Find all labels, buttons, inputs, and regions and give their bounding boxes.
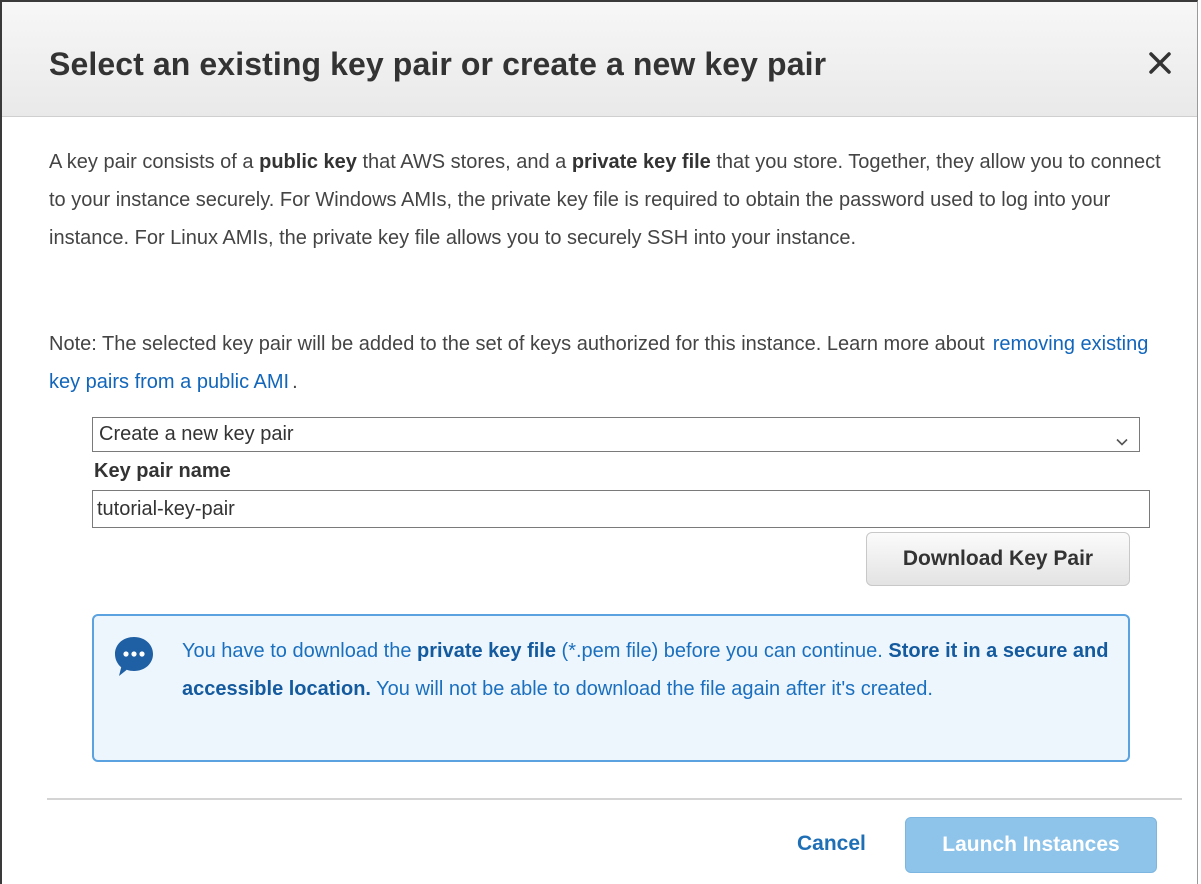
info-text-3: You will not be able to download the fil… [370,678,933,700]
chat-bubble-icon [112,634,156,680]
footer-divider [47,798,1182,800]
info-bold-private-key-file: private key file [417,640,556,662]
key-pair-description: A key pair consists of a public key that… [49,143,1169,257]
cancel-button[interactable]: Cancel [797,832,866,856]
description-text-2: that AWS stores, and a [356,151,572,173]
info-text-1: You have to download the [182,640,418,662]
download-key-pair-button[interactable]: Download Key Pair [866,532,1130,586]
key-pair-name-label: Key pair name [94,460,231,482]
info-alert: You have to download the private key fil… [92,614,1130,762]
dialog-header: Select an existing key pair or create a … [2,2,1197,117]
description-text-1: A key pair consists of a [49,151,260,173]
key-pair-name-input[interactable] [92,490,1150,528]
note-text: Note: The selected key pair will be adde… [49,333,985,355]
chevron-down-icon [1115,427,1129,446]
dialog-title: Select an existing key pair or create a … [49,46,827,82]
info-alert-text: You have to download the private key fil… [182,632,1122,708]
key-pair-dialog: Select an existing key pair or create a … [0,0,1198,884]
note-suffix: . [292,371,298,393]
key-pair-select-value: Create a new key pair [99,423,294,445]
key-pair-select[interactable]: Create a new key pair [92,417,1140,452]
launch-instances-button[interactable]: Launch Instances [905,817,1157,873]
info-text-2: (*.pem file) before you can continue. [555,640,889,662]
close-icon[interactable] [1143,46,1177,80]
description-bold-public-key: public key [259,151,357,173]
description-bold-private-key-file: private key file [571,151,711,173]
key-pair-note: Note: The selected key pair will be adde… [49,325,1169,401]
